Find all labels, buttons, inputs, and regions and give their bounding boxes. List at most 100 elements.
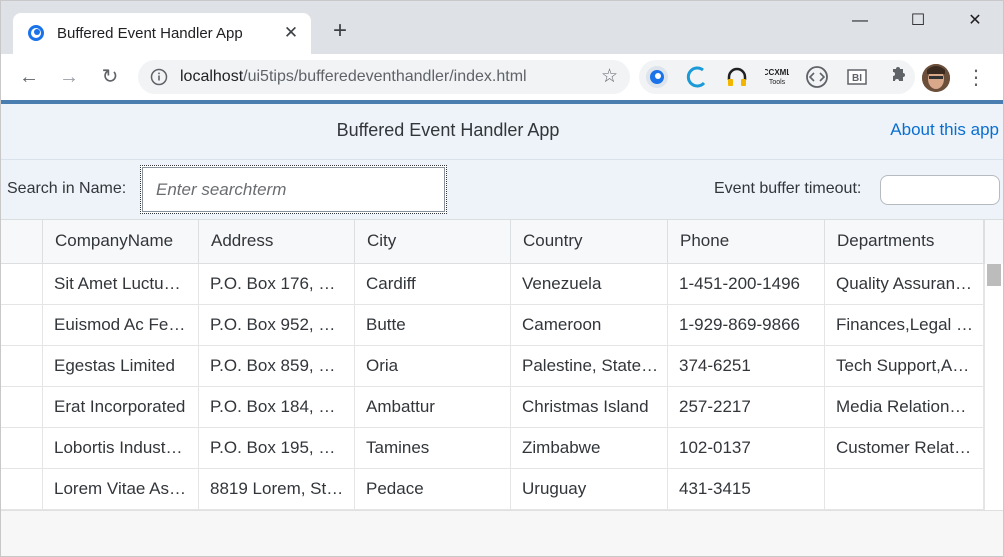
cell-departments: Tech Support,A… — [825, 346, 984, 387]
cell-companyname: Erat Incorporated — [43, 387, 199, 428]
cell-phone: 1-451-200-1496 — [668, 264, 825, 305]
table-row[interactable]: Sit Amet Luctu… P.O. Box 176, … Cardiff Ven… — [1, 264, 984, 305]
cell-companyname: Sit Amet Luctu… — [43, 264, 199, 305]
cell-address: P.O. Box 184, … — [199, 387, 355, 428]
cell-address: 8819 Lorem, St… — [199, 469, 355, 510]
app-page: Buffered Event Handler App About this ap… — [0, 100, 1004, 557]
ui5-favicon-icon — [28, 25, 44, 41]
address-bar[interactable]: localhost/ui5tips/bufferedeventhandler/i… — [138, 60, 630, 94]
cell-companyname: Lorem Vitae As… — [43, 469, 199, 510]
profile-avatar-image — [922, 64, 950, 92]
cell-country: Palestine, State… — [511, 346, 668, 387]
column-header-companyname[interactable]: CompanyName — [43, 220, 199, 264]
cell-phone: 102-0137 — [668, 428, 825, 469]
cell-city: Tamines — [355, 428, 511, 469]
header-corner — [984, 220, 1003, 264]
cell-companyname: Egestas Limited — [43, 346, 199, 387]
company-table: CompanyName Address City Country Phone D… — [1, 220, 1003, 510]
ui5-inspector-icon[interactable] — [645, 65, 669, 89]
ui5-icon[interactable] — [685, 65, 709, 89]
code-icon[interactable] — [805, 65, 829, 89]
column-header-departments[interactable]: Departments — [825, 220, 984, 264]
column-header-city[interactable]: City — [355, 220, 511, 264]
cell-address: P.O. Box 952, … — [199, 305, 355, 346]
bi-icon[interactable]: BI — [845, 65, 869, 89]
cell-companyname: Lobortis Indust… — [43, 428, 199, 469]
row-selector[interactable] — [1, 346, 43, 387]
browser-toolbar: ← → ↻ localhost/ui5tips/bufferedeventhan… — [0, 54, 1004, 100]
cell-city: Cardiff — [355, 264, 511, 305]
cell-city: Ambattur — [355, 387, 511, 428]
cell-city: Pedace — [355, 469, 511, 510]
tab-title: Buffered Event Handler App — [57, 25, 243, 42]
row-selector[interactable] — [1, 428, 43, 469]
row-selector[interactable] — [1, 387, 43, 428]
column-header-country[interactable]: Country — [511, 220, 668, 264]
new-tab-button[interactable]: + — [329, 19, 351, 43]
search-label: Search in Name: — [7, 180, 127, 197]
cell-address: P.O. Box 176, … — [199, 264, 355, 305]
row-selector[interactable] — [1, 305, 43, 346]
cell-city: Butte — [355, 305, 511, 346]
forward-button[interactable]: → — [56, 64, 82, 90]
browser-tab-strip: Buffered Event Handler App ✕ + — ☐ ✕ — [0, 0, 1004, 55]
cell-country: Uruguay — [511, 469, 668, 510]
timeout-input[interactable] — [880, 175, 1000, 205]
table-row[interactable]: Egestas Limited P.O. Box 859, … Oria Palest… — [1, 346, 984, 387]
cell-phone: 431-3415 — [668, 469, 825, 510]
timeout-label: Event buffer timeout: — [714, 180, 862, 197]
cell-departments: Media Relation… — [825, 387, 984, 428]
cell-departments — [825, 469, 984, 510]
puzzle-icon[interactable] — [885, 65, 909, 89]
reload-button[interactable]: ↻ — [97, 64, 123, 90]
table-footer-area — [1, 510, 1003, 556]
cell-departments: Customer Relat… — [825, 428, 984, 469]
svg-text:BI: BI — [852, 73, 862, 84]
close-window-button[interactable]: ✕ — [952, 9, 998, 33]
table-row[interactable]: Lobortis Indust… P.O. Box 195, … Tamines Zi… — [1, 428, 984, 469]
table-header: CompanyName Address City Country Phone D… — [1, 220, 1003, 264]
browser-tab[interactable]: Buffered Event Handler App ✕ — [13, 13, 311, 55]
headphones-icon[interactable] — [725, 65, 749, 89]
table-row[interactable]: Erat Incorporated P.O. Box 184, … Ambattur… — [1, 387, 984, 428]
svg-text:CCXML: CCXML — [765, 68, 789, 77]
table-row[interactable]: Lorem Vitae As… 8819 Lorem, St… Pedace Urug… — [1, 469, 984, 510]
cell-country: Venezuela — [511, 264, 668, 305]
bookmark-star-icon[interactable]: ☆ — [601, 66, 618, 88]
maximize-button[interactable]: ☐ — [895, 9, 941, 33]
cell-address: P.O. Box 859, … — [199, 346, 355, 387]
cell-country: Zimbabwe — [511, 428, 668, 469]
cell-address: P.O. Box 195, … — [199, 428, 355, 469]
cell-phone: 1-929-869-9866 — [668, 305, 825, 346]
ccxml-tools-icon[interactable]: CCXML Tools — [765, 65, 789, 89]
scrollbar-thumb[interactable] — [987, 264, 1001, 286]
extensions-area: CCXML Tools BI — [639, 60, 915, 94]
browser-menu-icon[interactable]: ⋮ — [966, 66, 986, 90]
cell-country: Cameroon — [511, 305, 668, 346]
about-link[interactable]: About this app — [890, 120, 999, 140]
minimize-button[interactable]: — — [837, 9, 883, 33]
info-icon[interactable] — [150, 68, 168, 86]
filter-bar: Search in Name: Event buffer timeout: — [1, 160, 1003, 220]
tab-close-icon[interactable]: ✕ — [281, 23, 301, 43]
row-selector[interactable] — [1, 264, 43, 305]
table-row[interactable]: Euismod Ac Fe… P.O. Box 952, … Butte Camero… — [1, 305, 984, 346]
page-title: Buffered Event Handler App — [336, 120, 560, 140]
cell-phone: 257-2217 — [668, 387, 825, 428]
row-selector[interactable] — [1, 469, 43, 510]
cell-departments: Finances,Legal … — [825, 305, 984, 346]
cell-country: Christmas Island — [511, 387, 668, 428]
column-header-address[interactable]: Address — [199, 220, 355, 264]
cell-city: Oria — [355, 346, 511, 387]
app-header: Buffered Event Handler App About this ap… — [1, 104, 1003, 160]
select-all-cell[interactable] — [1, 220, 43, 264]
profile-avatar[interactable] — [922, 64, 950, 92]
url-text: localhost/ui5tips/bufferedeventhandler/i… — [180, 68, 527, 85]
search-input[interactable] — [140, 165, 447, 214]
svg-text:Tools: Tools — [769, 79, 786, 86]
column-header-phone[interactable]: Phone — [668, 220, 825, 264]
cell-phone: 374-6251 — [668, 346, 825, 387]
cell-companyname: Euismod Ac Fe… — [43, 305, 199, 346]
vertical-scrollbar[interactable] — [984, 264, 1003, 510]
back-button[interactable]: ← — [16, 64, 42, 90]
